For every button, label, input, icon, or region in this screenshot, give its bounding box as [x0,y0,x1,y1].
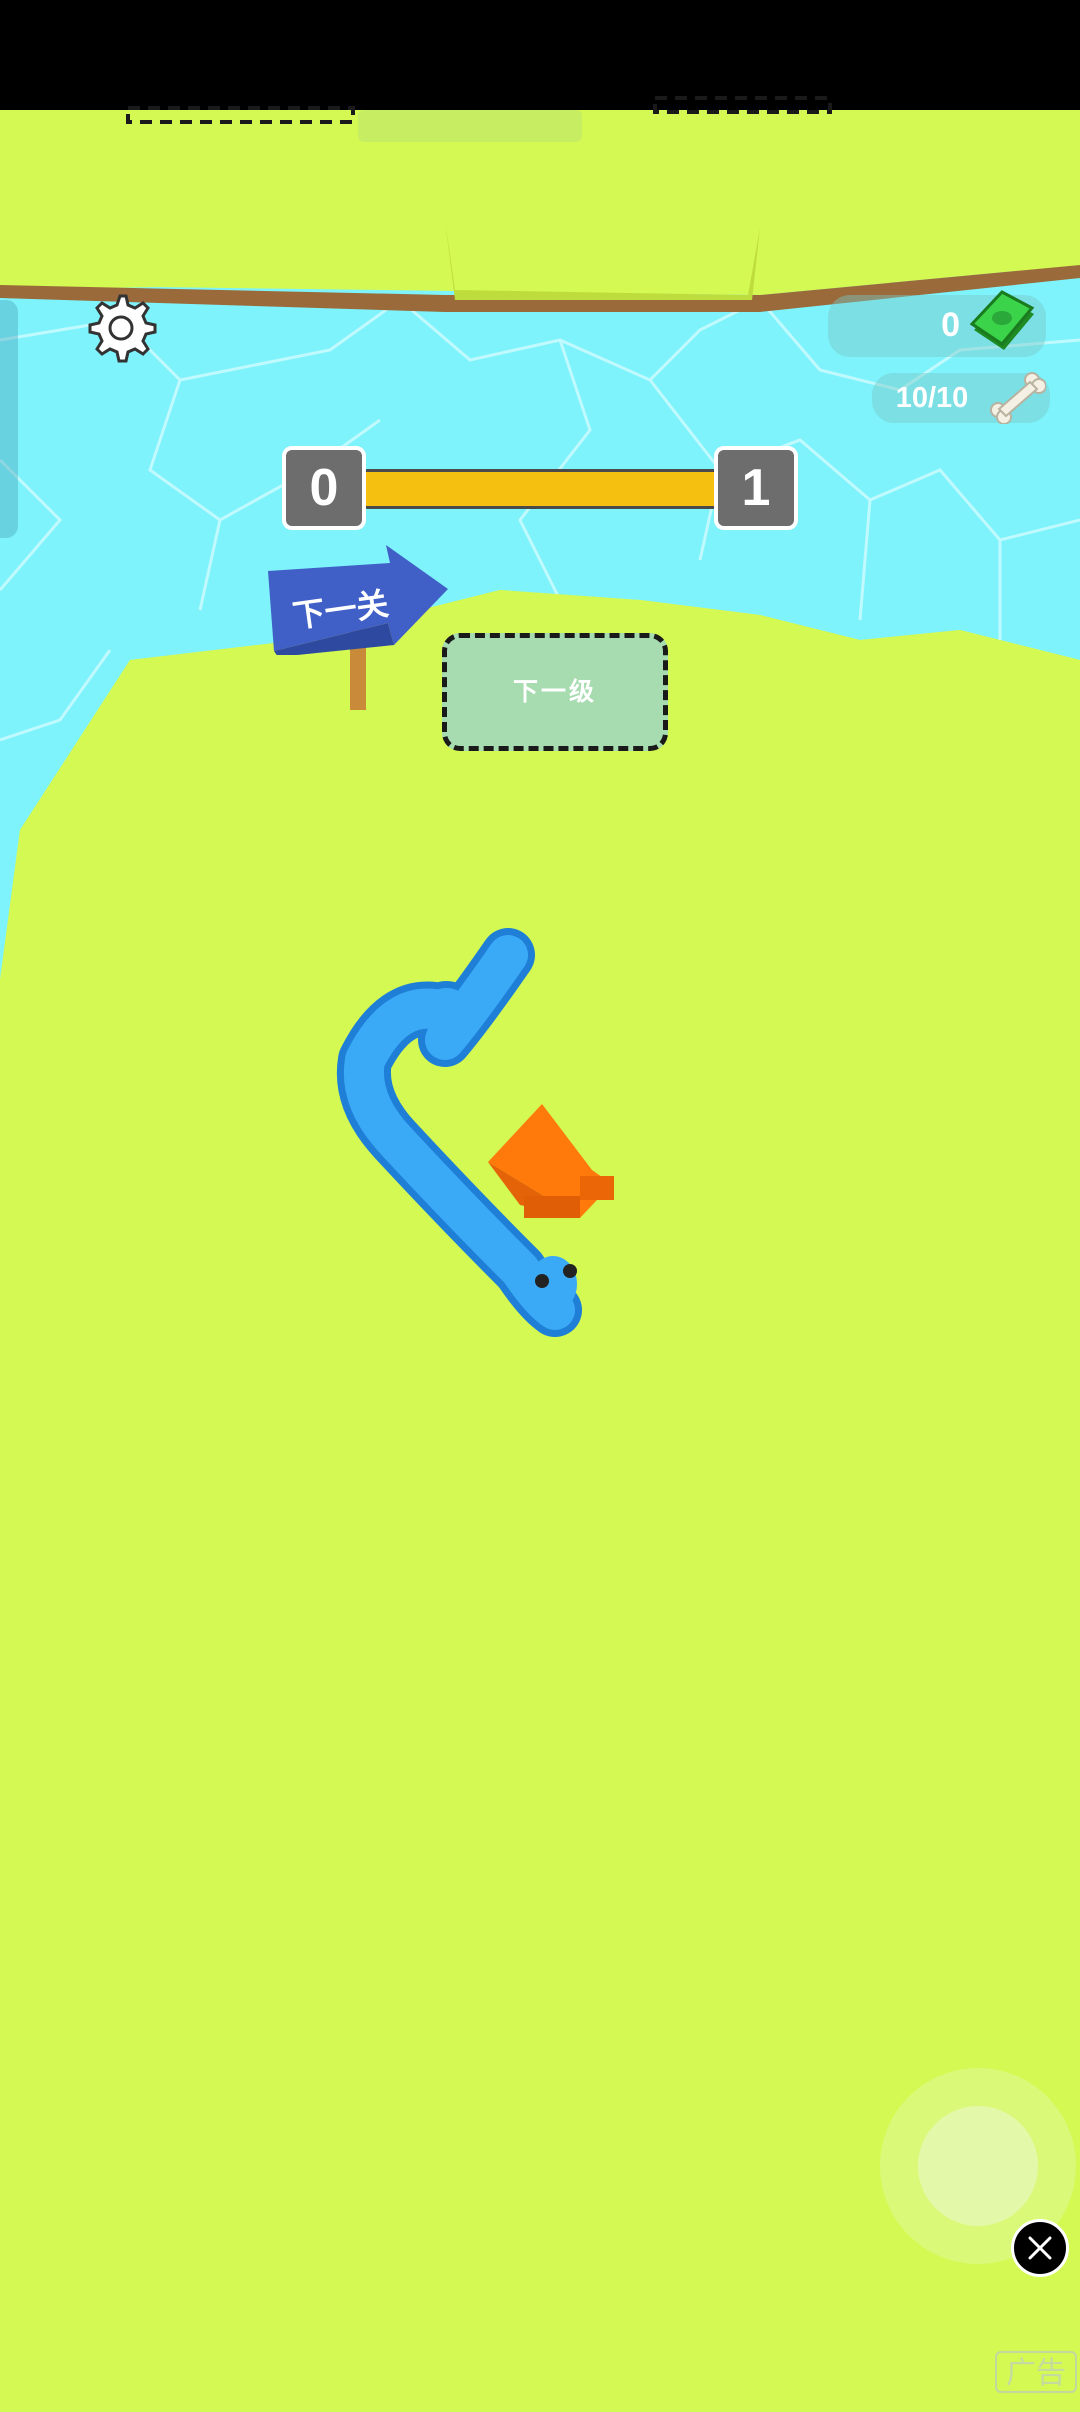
bone-icon [990,372,1046,424]
side-panel[interactable] [0,300,18,538]
bone-count: 10/10 [895,382,969,414]
snake-eye [563,1264,577,1278]
game-scene [0,96,1080,2412]
level-progress-bar [360,469,724,509]
current-level: 0 [282,446,366,530]
cash-icon [969,290,1035,350]
next-level: 1 [714,446,798,530]
cash-count: 0 [941,306,960,344]
ad-label: 广告 [995,2351,1077,2393]
ad-close-button[interactable] [1011,2219,1069,2277]
settings-button[interactable] [82,290,158,366]
snake-eye [535,1274,549,1288]
level-progress-fill [363,472,721,506]
next-level-zone[interactable]: 下一级 [442,633,668,751]
joystick-knob[interactable] [918,2106,1038,2226]
close-icon [1028,2236,1052,2260]
gear-icon [88,294,157,363]
